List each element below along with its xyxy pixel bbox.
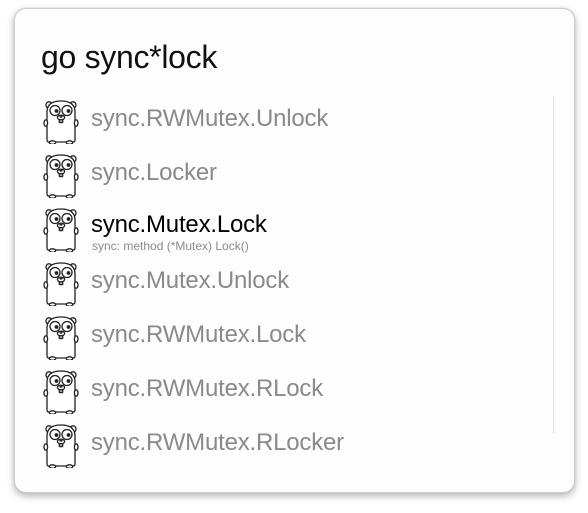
gopher-icon [43, 258, 79, 307]
gopher-icon [43, 204, 79, 253]
result-title: sync.Mutex.Unlock [91, 267, 289, 294]
result-item-selected[interactable]: sync.Mutex.Lock sync: method (*Mutex) Lo… [15, 201, 535, 255]
gopher-icon [43, 420, 79, 469]
result-item[interactable]: sync.RWMutex.Lock [15, 309, 535, 363]
result-item[interactable]: sync.RWMutex.RLocker [15, 417, 535, 471]
gopher-icon [43, 312, 79, 361]
result-item[interactable]: sync.RWMutex.Unlock [15, 93, 535, 147]
result-item[interactable]: sync.Locker [15, 147, 535, 201]
scrollbar-track[interactable] [553, 97, 554, 433]
result-subtitle: sync: method (*Mutex) Lock() [92, 239, 249, 253]
result-title: sync.RWMutex.Unlock [91, 105, 329, 132]
gopher-icon [43, 150, 79, 199]
launcher-panel: go sync*lock sync.RWMutex.Unlock sync.Lo… [14, 8, 575, 493]
gopher-icon [43, 366, 79, 415]
gopher-icon [43, 96, 79, 145]
results-list: sync.RWMutex.Unlock sync.Locker sync.Mut… [15, 93, 535, 471]
result-title: sync.Mutex.Lock [91, 211, 267, 238]
result-title: sync.Locker [91, 159, 217, 186]
search-input[interactable]: go sync*lock [41, 39, 217, 75]
result-item[interactable]: sync.Mutex.Unlock [15, 255, 535, 309]
result-title: sync.RWMutex.RLock [91, 375, 324, 402]
result-title: sync.RWMutex.Lock [91, 321, 306, 348]
result-item[interactable]: sync.RWMutex.RLock [15, 363, 535, 417]
result-title: sync.RWMutex.RLocker [91, 429, 344, 456]
